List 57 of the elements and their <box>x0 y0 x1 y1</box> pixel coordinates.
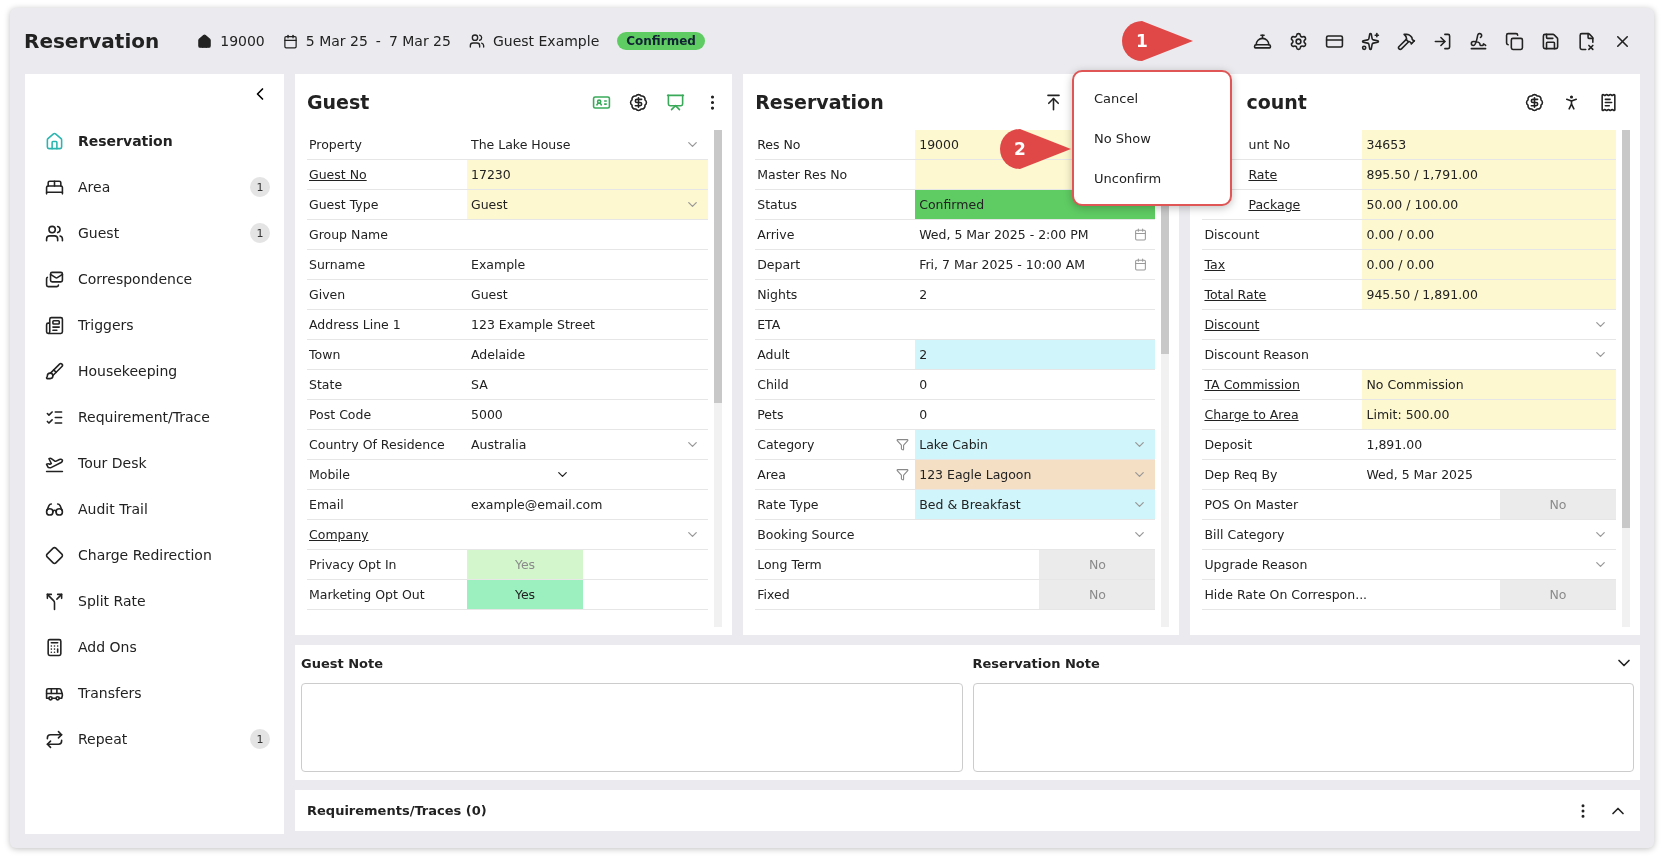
note-label: Reservation Note <box>972 655 1100 671</box>
field-label: Fixed <box>757 587 790 602</box>
field-label: Pets <box>757 407 784 422</box>
field-label: Hide Rate On Correspon... <box>1204 587 1368 602</box>
field-label: Email <box>309 497 344 512</box>
field-label: Child <box>757 377 789 392</box>
count-badge: 1 <box>250 729 270 749</box>
field-label: Group Name <box>309 227 388 242</box>
field-label: ETA <box>757 317 781 332</box>
field-label: Given <box>309 287 346 302</box>
field-label: Bill Category <box>1204 527 1285 542</box>
field-label: State <box>309 377 343 392</box>
field-label: Rate Type <box>757 497 819 512</box>
arrival-date: 5 Mar 25 <box>305 33 368 49</box>
field-label: Deposit <box>1204 437 1253 452</box>
section-title: Requirements/Traces (0) <box>307 803 487 818</box>
field-label: Nights <box>757 287 798 302</box>
field-label: Town <box>309 347 341 362</box>
field-label: Area <box>757 467 786 482</box>
field-label: Surname <box>309 257 366 272</box>
field-label: Discount Reason <box>1204 347 1309 362</box>
count-badge: 1 <box>250 223 270 243</box>
field-label: Guest Type <box>309 197 379 212</box>
guest-name: Guest Example <box>492 33 600 49</box>
field-label: Res No <box>757 137 801 152</box>
field-label: Post Code <box>309 407 372 422</box>
field-label: POS On Master <box>1204 497 1299 512</box>
field-label: unt No <box>1248 137 1291 152</box>
field-label: Address Line 1 <box>309 317 401 332</box>
field-label: Long Term <box>757 557 822 572</box>
field-label: Mobile <box>309 467 350 482</box>
field-label: Status <box>757 197 798 212</box>
callout-badge: 1 <box>1121 20 1195 62</box>
field-label: Arrive <box>757 227 795 242</box>
field-label: Upgrade Reason <box>1204 557 1308 572</box>
field-label: Discount <box>1204 227 1260 242</box>
field-label: Property <box>309 137 362 152</box>
count-badge: 1 <box>250 177 270 197</box>
field-label: Marketing Opt Out <box>309 587 425 602</box>
reservation-number: 19000 <box>220 33 265 49</box>
status-badge: Confirmed <box>617 32 705 50</box>
callout-badge: 2 <box>999 128 1073 170</box>
field-label: Adult <box>757 347 790 362</box>
date-separator: - <box>375 33 381 49</box>
departure-date: 7 Mar 25 <box>388 33 451 49</box>
note-label: Guest Note <box>301 655 384 671</box>
panel-title: Reservation <box>755 91 884 113</box>
field-label: Privacy Opt In <box>309 557 397 572</box>
field-label: Booking Source <box>757 527 855 542</box>
field-label: Dep Req By <box>1204 467 1278 482</box>
panel-title: Guest <box>307 91 370 113</box>
panel-title: count <box>1245 91 1307 113</box>
field-label: Depart <box>757 257 801 272</box>
window-title: Reservation <box>24 29 160 53</box>
field-label: Master Res No <box>757 167 848 182</box>
field-label: Country Of Residence <box>309 437 445 452</box>
field-label: Category <box>757 437 815 452</box>
